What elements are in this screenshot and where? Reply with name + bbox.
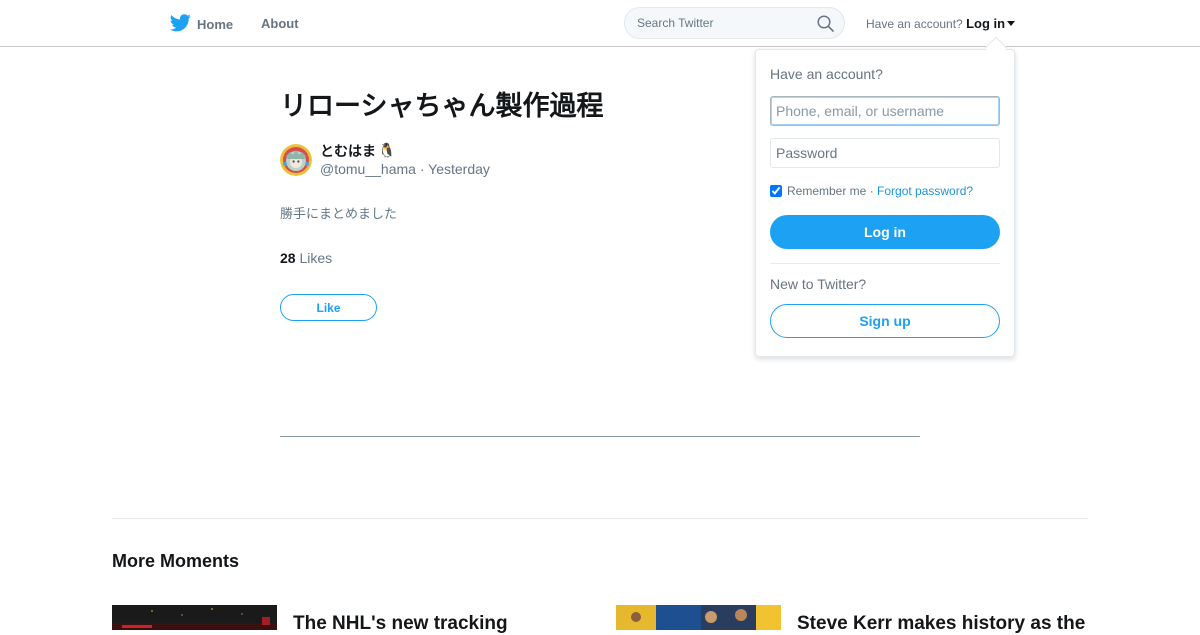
remember-me-label[interactable]: Remember me <box>787 184 866 198</box>
author-avatar[interactable] <box>280 144 312 176</box>
moment-card-thumbnail <box>616 605 781 630</box>
likes-count: 28 <box>280 250 296 266</box>
content-divider <box>280 436 920 437</box>
moment-card-title: Steve Kerr makes history as the <box>797 613 1086 634</box>
moment-card[interactable]: The NHL's new tracking <box>112 605 532 634</box>
nav-home-link[interactable]: Home <box>169 13 234 35</box>
forgot-password-link[interactable]: Forgot password? <box>877 184 973 198</box>
likes-summary: 28 Likes <box>280 250 332 266</box>
moment-title: リローシャちゃん製作過程 <box>280 91 604 122</box>
signup-button[interactable]: Sign up <box>770 304 1000 338</box>
moment-timestamp: Yesterday <box>428 161 490 177</box>
search-box <box>624 7 845 39</box>
twitter-bird-icon <box>169 13 191 35</box>
author-handle[interactable]: @tomu__hama <box>320 161 416 177</box>
top-navigation-bar: Home About Have an account? Log in <box>0 0 1200 47</box>
section-divider <box>112 518 1088 519</box>
author-name-text: とむはま <box>320 144 376 160</box>
likes-label: Likes <box>295 250 333 266</box>
remember-me-checkbox[interactable] <box>770 185 782 197</box>
more-moments-heading: More Moments <box>112 551 240 571</box>
penguin-emoji: 🐧 <box>378 143 396 159</box>
caret-down-icon <box>1007 21 1016 27</box>
remember-me-row: Remember me · Forgot password? <box>770 184 973 198</box>
password-field[interactable] <box>770 138 1000 168</box>
moment-description: 勝手にまとめました <box>280 207 398 222</box>
dropdown-divider <box>770 263 1000 264</box>
nav-about-link[interactable]: About <box>261 16 299 31</box>
moment-card[interactable]: Steve Kerr makes history as the <box>616 605 1088 634</box>
new-to-twitter-label: New to Twitter? <box>770 276 867 292</box>
meta-separator: · <box>415 161 429 177</box>
author-name[interactable]: とむはま 🐧 <box>320 141 395 161</box>
search-input[interactable] <box>625 8 810 38</box>
moment-card-title: The NHL's new tracking <box>293 613 508 634</box>
author-meta: @tomu__hama · Yesterday <box>320 161 490 177</box>
nav-home-label: Home <box>197 16 234 32</box>
remember-separator: · <box>866 184 878 198</box>
search-icon[interactable] <box>817 15 834 32</box>
login-button[interactable]: Log in <box>770 215 1000 249</box>
moment-card-thumbnail <box>112 605 277 630</box>
login-dropdown-toggle[interactable]: Have an account? Log in <box>866 16 1016 31</box>
login-toggle-label: Log in <box>966 16 1006 31</box>
account-prompt: Have an account? <box>866 17 963 31</box>
login-dropdown-heading: Have an account? <box>770 66 883 82</box>
like-button[interactable]: Like <box>280 294 377 321</box>
username-field[interactable] <box>770 96 1000 126</box>
